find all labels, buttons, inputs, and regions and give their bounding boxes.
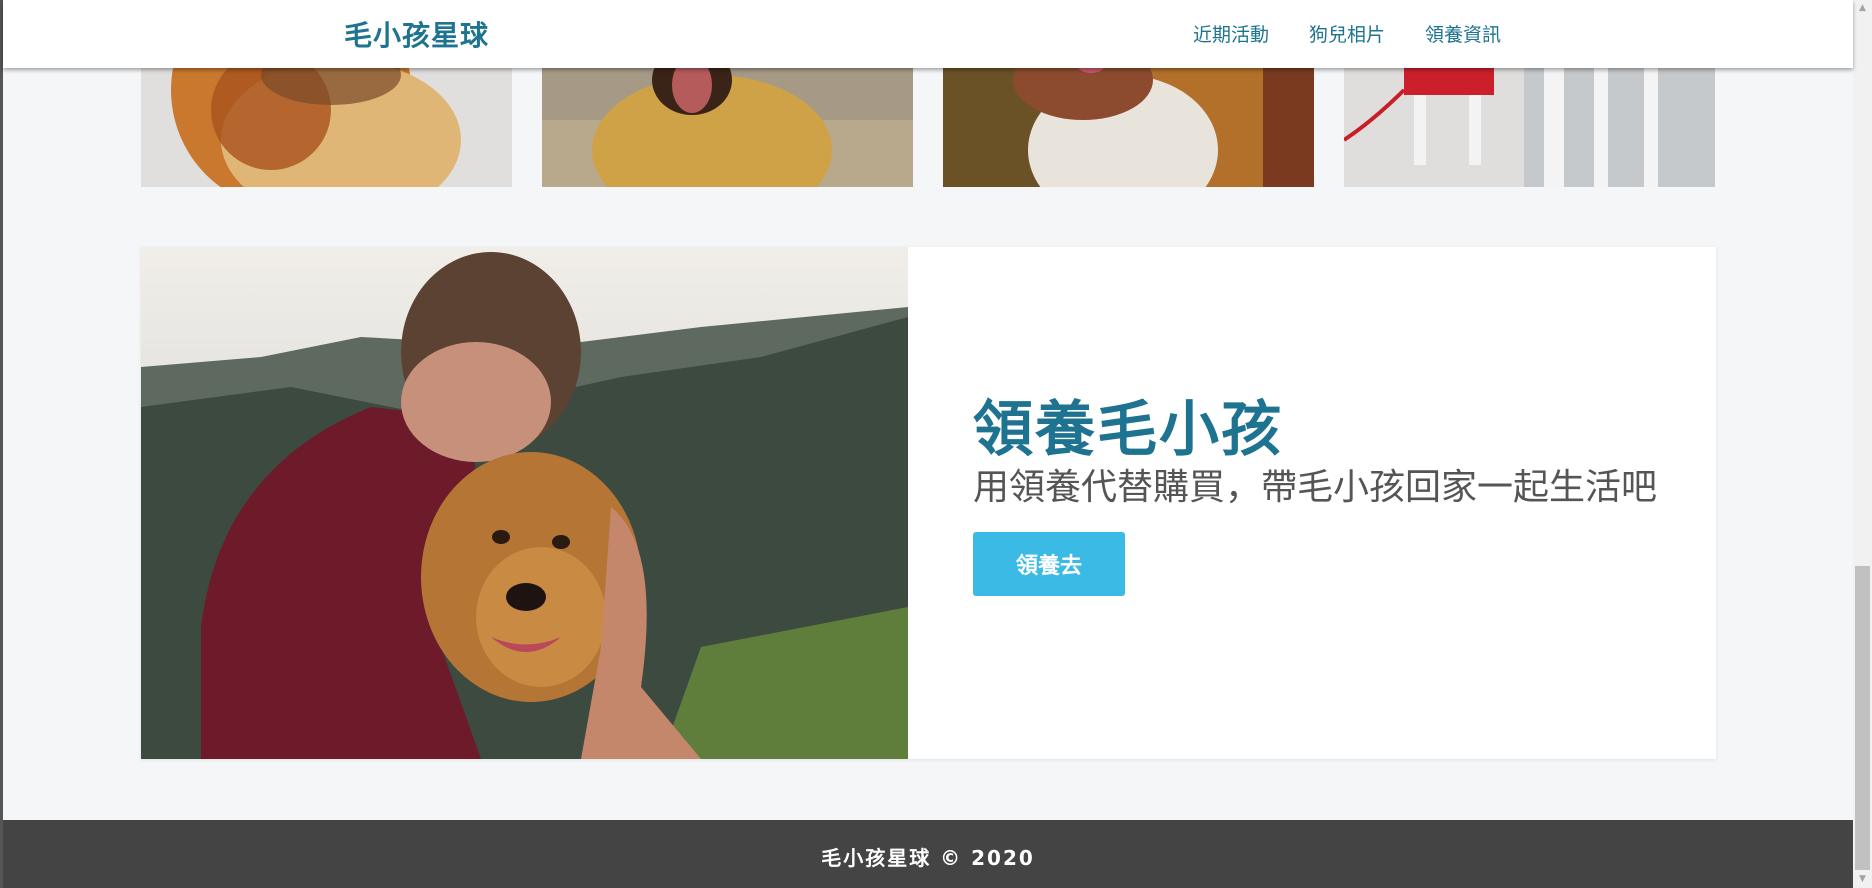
- adoption-subtitle: 用領養代替購買，帶毛小孩回家一起生活吧: [973, 467, 1658, 508]
- nav-link-adoption-info[interactable]: 領養資訊: [1425, 20, 1501, 47]
- nav-link-dog-photos[interactable]: 狗兒相片: [1309, 20, 1385, 47]
- page: 領養毛小孩 用領養代替購買，帶毛小孩回家一起生活吧 領養去 毛小孩星球 近期活動…: [0, 0, 1872, 888]
- brand-logo-link[interactable]: 毛小孩星球: [344, 14, 489, 54]
- vertical-scrollbar[interactable]: ▲ ▼: [1853, 0, 1872, 888]
- adoption-title: 領養毛小孩: [973, 395, 1283, 465]
- dog-photo-2-image: [542, 50, 913, 187]
- top-navbar: 毛小孩星球 近期活動 狗兒相片 領養資訊: [3, 0, 1853, 68]
- nav-link-recent-events[interactable]: 近期活動: [1193, 20, 1269, 47]
- dog-photo-3[interactable]: [943, 50, 1314, 187]
- dog-photo-2[interactable]: [542, 50, 913, 187]
- adopt-button[interactable]: 領養去: [973, 532, 1125, 596]
- dog-photo-1-image: [141, 50, 512, 187]
- scroll-up-icon[interactable]: ▲: [1853, 0, 1872, 17]
- nav-menu: 近期活動 狗兒相片 領養資訊: [1193, 20, 1501, 47]
- footer-copyright: 毛小孩星球 © 2020: [821, 846, 1035, 870]
- dog-photo-1[interactable]: [141, 50, 512, 187]
- dog-photo-gallery: [141, 50, 1716, 187]
- window-edge: [0, 0, 3, 888]
- dog-photo-4[interactable]: [1344, 50, 1715, 187]
- scrollbar-thumb[interactable]: [1855, 566, 1870, 870]
- dog-photo-4-image: [1344, 50, 1715, 187]
- adoption-card: 領養毛小孩 用領養代替購買，帶毛小孩回家一起生活吧 領養去: [141, 247, 1716, 759]
- dog-photo-3-image: [943, 50, 1314, 187]
- man-hugging-dog-image: [141, 247, 908, 759]
- adoption-text-block: 領養毛小孩 用領養代替購買，帶毛小孩回家一起生活吧 領養去: [973, 397, 1693, 596]
- scroll-down-icon[interactable]: ▼: [1853, 871, 1872, 888]
- footer: 毛小孩星球 © 2020: [3, 820, 1853, 888]
- adoption-photo: [141, 247, 908, 759]
